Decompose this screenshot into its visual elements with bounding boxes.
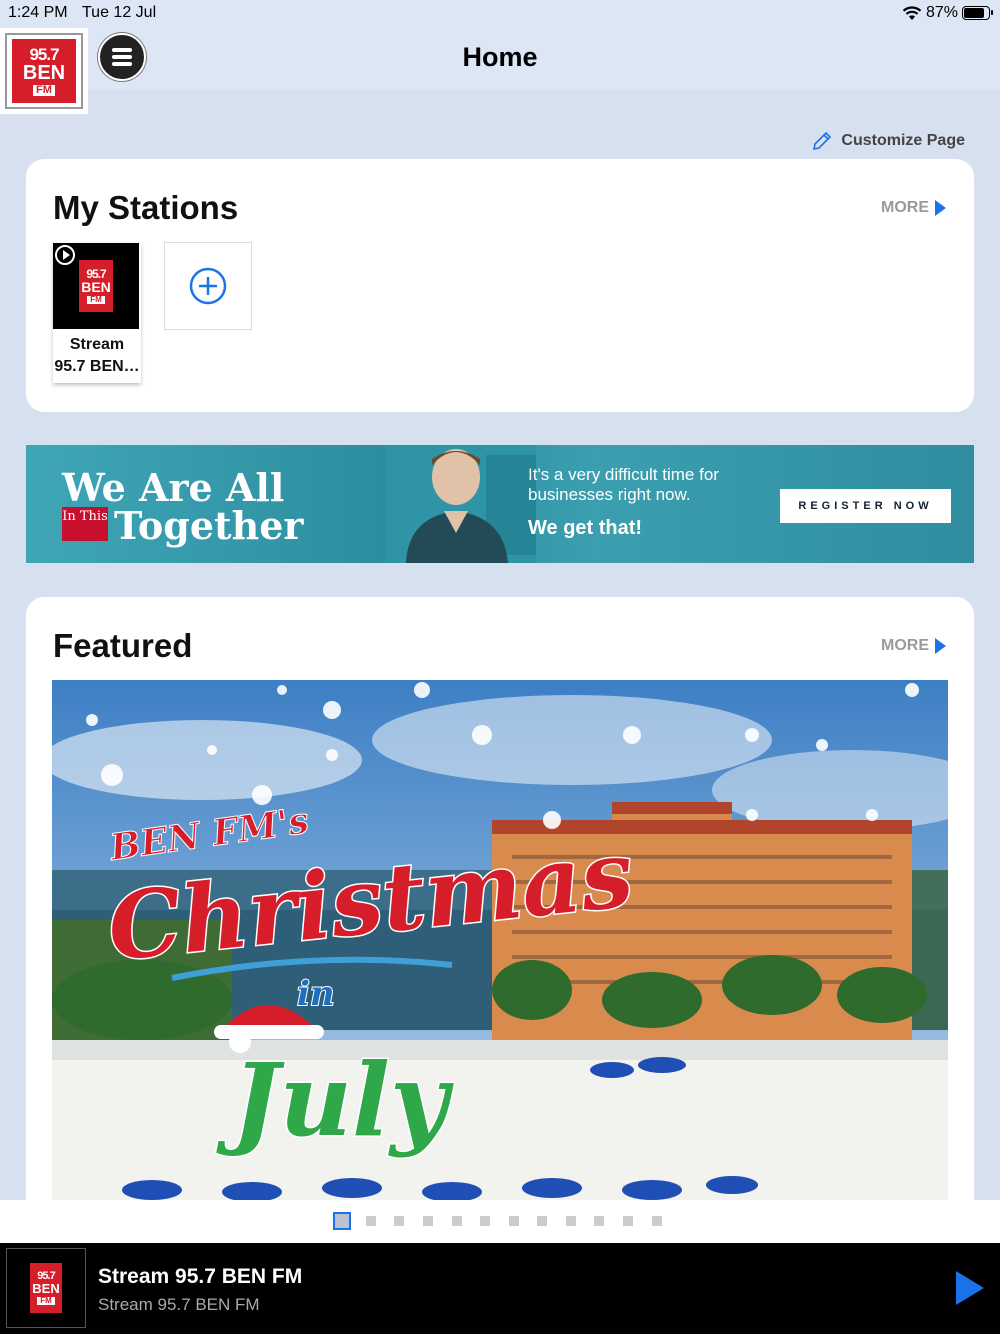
status-bar: 1:24 PM Tue 12 Jul 87% — [0, 0, 1000, 28]
more-label: MORE — [881, 637, 929, 654]
player-title: Stream 95.7 BEN FM — [98, 1265, 303, 1288]
page-dot[interactable] — [452, 1216, 462, 1226]
battery-icon — [962, 6, 993, 20]
my-stations-more-button[interactable]: MORE — [881, 199, 946, 217]
logo-text-3: FM — [33, 85, 55, 96]
more-label: MORE — [881, 199, 929, 216]
page-dot[interactable] — [366, 1216, 376, 1226]
plus-circle-icon — [189, 267, 227, 305]
status-right: 87% — [902, 4, 993, 22]
ad-person-image — [386, 445, 536, 563]
page-dot[interactable] — [623, 1216, 633, 1226]
featured-text-3: in — [297, 974, 335, 1014]
player-subtitle: Stream 95.7 BEN FM — [98, 1295, 260, 1314]
status-time: 1:24 PM — [8, 4, 68, 21]
featured-artwork: BEN FM's Christmas in July — [52, 680, 948, 1202]
nav-bar: Home — [0, 28, 1000, 90]
pencil-icon — [813, 131, 832, 151]
menu-button[interactable] — [98, 33, 146, 81]
logo-text-2: BEN — [22, 62, 66, 84]
play-icon[interactable] — [956, 1271, 984, 1305]
station-name-line-1: Stream — [69, 336, 125, 353]
arrow-right-icon — [935, 638, 946, 654]
ad-tag: In This — [62, 507, 108, 541]
customize-page-link[interactable]: Customize Page — [811, 130, 965, 152]
ad-banner[interactable]: We Are All In This Together It's a very … — [26, 445, 974, 563]
page-dot[interactable] — [652, 1216, 662, 1226]
station-artwork: 95.7 BEN FM — [53, 243, 139, 329]
register-now-button[interactable]: REGISTER NOW — [780, 489, 951, 523]
featured-text-4: July — [216, 1041, 454, 1159]
page-dot[interactable] — [594, 1216, 604, 1226]
player-artwork: 95.7 BEN FM — [6, 1248, 86, 1328]
my-stations-title: My Stations — [53, 189, 239, 226]
wifi-icon — [902, 6, 922, 20]
station-tile[interactable]: 95.7 BEN FM Stream 95.7 BEN… — [53, 243, 141, 383]
play-icon — [55, 245, 75, 265]
station-logo[interactable]: 95.7 BEN FM — [0, 28, 88, 114]
featured-pagination — [0, 1200, 1000, 1243]
status-date: Tue 12 Jul — [82, 4, 157, 21]
page-title: Home — [462, 42, 538, 72]
featured-title: Featured — [53, 627, 193, 664]
add-station-button[interactable] — [164, 242, 252, 330]
battery-percent: 87% — [925, 4, 958, 21]
my-stations-card: My Stations MORE 95.7 BEN FM Stream 95.7… — [26, 159, 974, 412]
page-dot[interactable] — [423, 1216, 433, 1226]
logo-text-3: FM — [37, 1297, 55, 1305]
customize-label: Customize Page — [841, 132, 965, 149]
logo-text-2: BEN — [32, 1281, 60, 1296]
ad-copy-bold: We get that! — [528, 517, 643, 539]
page-dot[interactable] — [566, 1216, 576, 1226]
station-name: Stream 95.7 BEN… — [53, 329, 141, 378]
page-dot[interactable] — [480, 1216, 490, 1226]
mini-player[interactable]: 95.7 BEN FM Stream 95.7 BEN FM Stream 95… — [0, 1243, 1000, 1334]
featured-card: Featured MORE BEN FM's Christmas in July — [26, 597, 974, 1237]
page-dot[interactable] — [509, 1216, 519, 1226]
ad-headline-2: Together — [114, 503, 304, 548]
hamburger-icon — [112, 45, 132, 69]
featured-more-button[interactable]: MORE — [881, 637, 946, 655]
logo-text-3: FM — [87, 296, 105, 304]
station-name-line-2: 95.7 BEN… — [54, 358, 140, 375]
logo-text-1: 95.7 — [29, 45, 59, 64]
ad-copy: It's a very difficult time for businesse… — [528, 465, 719, 504]
page-dot[interactable] — [537, 1216, 547, 1226]
page-dot[interactable] — [333, 1212, 351, 1230]
logo-text-2: BEN — [81, 279, 111, 295]
featured-banner-image[interactable]: BEN FM's Christmas in July — [52, 680, 948, 1202]
page-dot[interactable] — [394, 1216, 404, 1226]
arrow-right-icon — [935, 200, 946, 216]
